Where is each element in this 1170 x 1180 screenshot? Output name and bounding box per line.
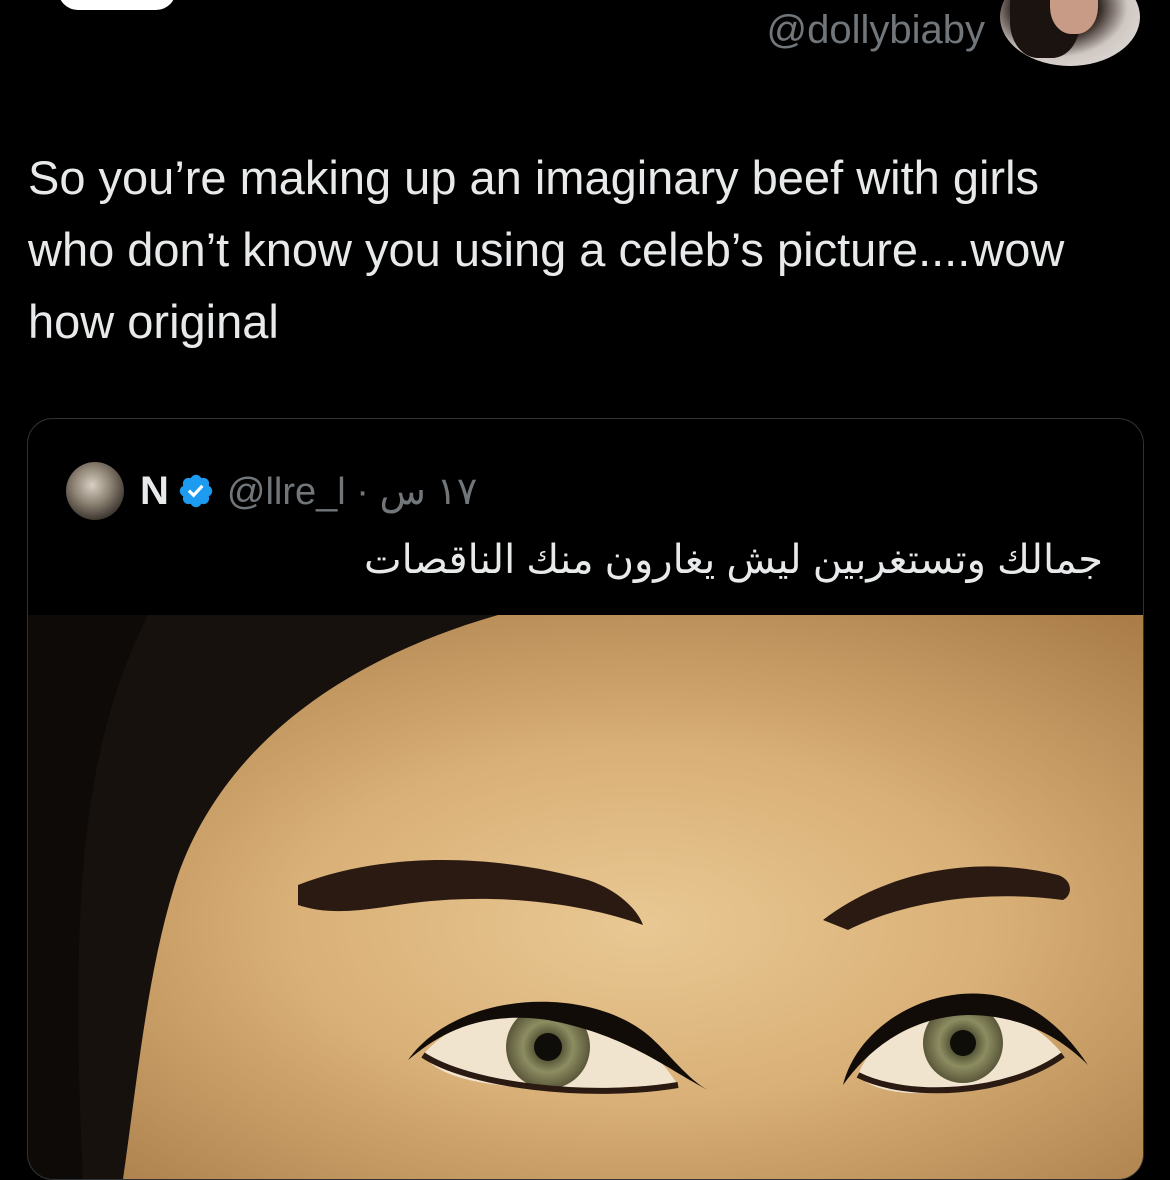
quoted-tweet-image[interactable] [28, 615, 1143, 1179]
quoted-avatar[interactable] [66, 462, 124, 520]
face-photo [28, 615, 1143, 1179]
tweet-text: So you’re making up an imaginary beef wi… [28, 151, 1065, 348]
quoted-handle-time[interactable]: @llre_l · ١٧ س [227, 469, 477, 514]
quoted-tweet-text: جمالك وتستغربين ليش يغارون منك الناقصات [363, 538, 1103, 582]
verified-badge-icon [179, 474, 213, 508]
author-handle[interactable]: @dollybiaby [767, 8, 986, 53]
quoted-tweet-card[interactable]: N @llre_l · ١٧ س جمالك وتستغربين ليش يغا… [27, 418, 1144, 1180]
author-avatar[interactable] [1000, 0, 1140, 66]
quoted-tweet-header: N @llre_l · ١٧ س [66, 462, 477, 520]
quoted-display-name[interactable]: N [140, 469, 169, 514]
top-button[interactable] [58, 0, 176, 10]
